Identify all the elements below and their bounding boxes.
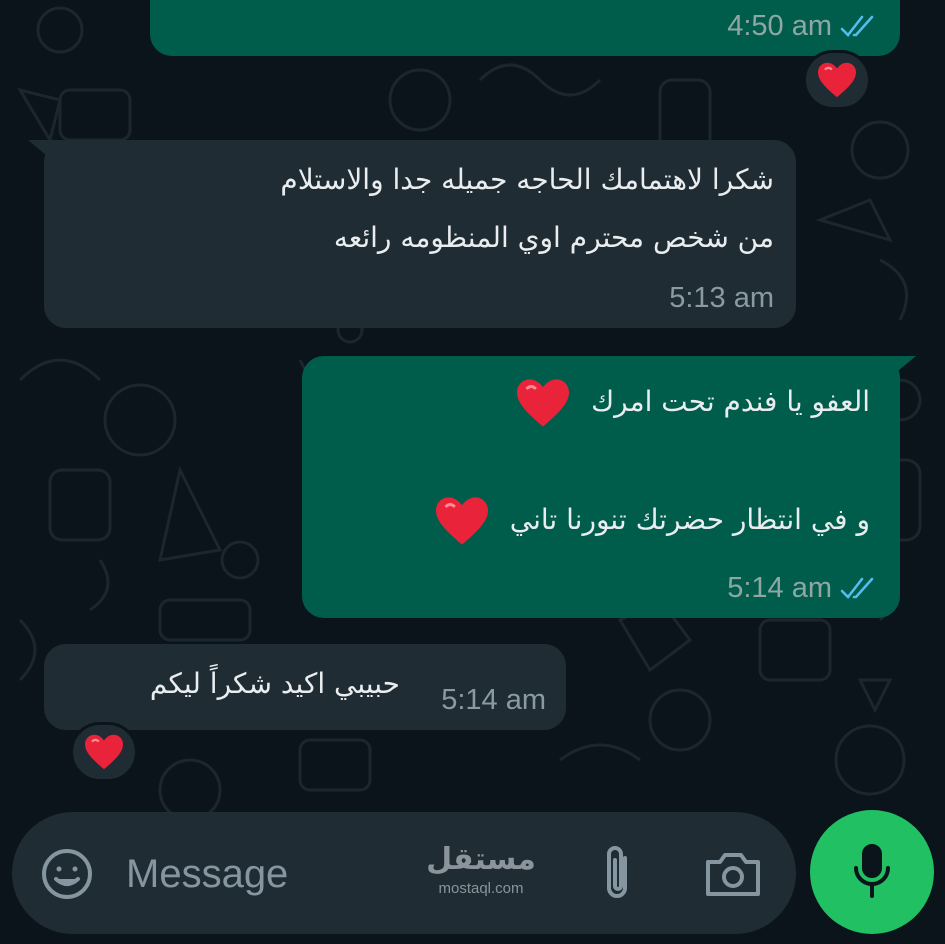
- watermark-logo: مستقل mostaql.com: [416, 840, 546, 920]
- message-reaction[interactable]: [803, 50, 871, 110]
- camera-icon[interactable]: [704, 850, 762, 898]
- message-time: 5:14 am: [441, 684, 546, 716]
- message-text-line: شكرا لاهتمامك الحاجه جميله جدا والاستلام: [280, 163, 774, 196]
- message-text-line: من شخص محترم اوي المنظومه رائعه: [333, 221, 774, 254]
- message-bubble-outgoing[interactable]: 4:50 am: [150, 0, 900, 56]
- message-time: 5:14 am: [727, 572, 832, 604]
- paperclip-icon[interactable]: [597, 842, 637, 904]
- emoji-icon[interactable]: [40, 847, 94, 901]
- message-text: و في انتظار حضرتك تنورنا تاني: [509, 503, 870, 536]
- read-ticks-icon: [840, 15, 874, 37]
- message-bubble-outgoing[interactable]: العفو يا فندم تحت امرك و في انتظار حضرتك…: [302, 356, 916, 618]
- bubble-tail: [28, 140, 64, 170]
- message-meta: 4:50 am: [727, 10, 878, 43]
- message-bubble-incoming[interactable]: حبيبي اكيد شكراً ليكم 5:14 am: [44, 644, 566, 730]
- message-bubble-incoming[interactable]: شكرا لاهتمامك الحاجه جميله جدا والاستلام…: [28, 140, 796, 328]
- message-text-line: و في انتظار حضرتك تنورنا تاني: [433, 494, 870, 547]
- message-reaction[interactable]: [70, 722, 138, 782]
- bubble-tail: [880, 356, 916, 386]
- heart-icon: [517, 379, 570, 427]
- heart-icon: [85, 734, 123, 770]
- message-time: 4:50 am: [727, 10, 832, 42]
- message-text: العفو يا فندم تحت امرك: [591, 385, 870, 418]
- message-time: 5:13 am: [669, 282, 774, 314]
- heart-icon: [435, 497, 488, 545]
- read-ticks-icon: [840, 577, 874, 599]
- message-text-line: العفو يا فندم تحت امرك: [514, 376, 870, 429]
- heart-icon: [818, 62, 856, 98]
- message-input[interactable]: [124, 838, 428, 910]
- watermark-brand: مستقل: [426, 842, 536, 877]
- microphone-icon: [854, 844, 890, 898]
- watermark-domain: mostaql.com: [438, 880, 524, 897]
- message-text: حبيبي اكيد شكراً ليكم: [149, 667, 400, 700]
- message-meta: 5:13 am: [669, 282, 774, 315]
- message-meta: 5:14 am: [441, 684, 546, 717]
- microphone-button[interactable]: [810, 810, 934, 934]
- message-meta: 5:14 am: [727, 572, 878, 605]
- message-composer: مستقل mostaql.com: [12, 812, 796, 934]
